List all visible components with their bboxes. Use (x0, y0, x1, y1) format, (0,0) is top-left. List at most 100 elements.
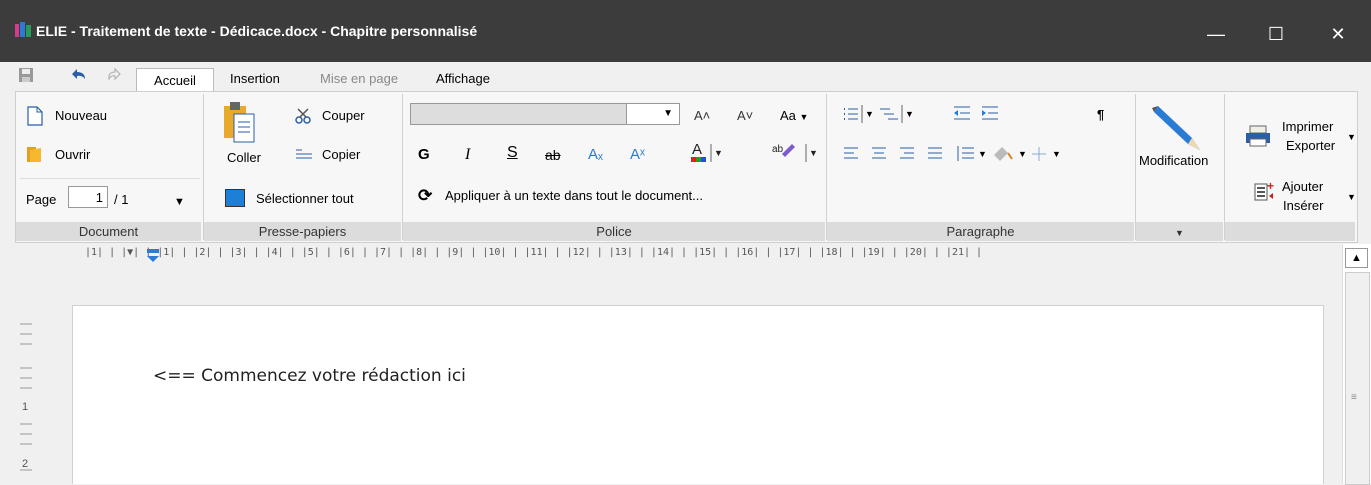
shrink-font-button[interactable]: A˅ (737, 108, 753, 123)
scroll-thumb[interactable] (1345, 272, 1370, 485)
highlight-icon[interactable]: ab ▼ (770, 140, 820, 167)
new-file-icon (26, 106, 44, 129)
chevron-down-icon[interactable]: ▼ (1175, 228, 1184, 238)
maximize-button[interactable]: ☐ (1256, 16, 1296, 52)
document-text[interactable]: <== Commencez votre rédaction ici (153, 366, 466, 386)
tab-accueil[interactable]: Accueil (136, 68, 214, 93)
close-button[interactable]: ✕ (1318, 16, 1358, 52)
coller-button[interactable]: Coller (227, 150, 261, 165)
copy-icon (294, 145, 316, 166)
show-marks-button[interactable]: ¶ (1097, 107, 1104, 122)
nouveau-button[interactable]: Nouveau (55, 108, 107, 123)
indent-marker-icon[interactable] (145, 248, 161, 267)
svg-text:▼: ▼ (809, 148, 818, 158)
group-separator (203, 94, 204, 240)
printer-icon (1244, 125, 1272, 150)
group-label-modification: ▼ (1136, 222, 1223, 241)
undo-icon[interactable] (68, 66, 88, 87)
pencil-icon (1152, 100, 1208, 155)
svg-text:▼: ▼ (1052, 149, 1061, 159)
ruler-marks: |1| | |▼| | |1| | |2| | |3| | |4| | |5| … (85, 247, 983, 258)
group-label-paragraphe: Paragraphe (827, 222, 1134, 241)
tab-mise-en-page[interactable]: Mise en page (320, 71, 398, 86)
divider (20, 178, 200, 179)
vruler-label-1: 1 (22, 401, 29, 413)
borders-icon (1032, 147, 1046, 161)
group-label-export (1225, 222, 1355, 241)
modification-button[interactable]: Modification (1139, 153, 1208, 168)
tab-affichage[interactable]: Affichage (436, 71, 490, 86)
svg-text:▼: ▼ (978, 149, 987, 159)
refresh-icon: ⟳ (418, 186, 433, 205)
insert-dropdown-icon[interactable]: ▼ (1347, 192, 1356, 202)
insert-page-icon: + (1253, 179, 1277, 207)
line-spacing-icon (957, 146, 974, 161)
group-label-police: Police (403, 222, 825, 241)
group-label-presse-papiers: Presse-papiers (204, 222, 401, 241)
save-icon[interactable] (18, 67, 34, 86)
svg-text:▼: ▼ (905, 109, 914, 119)
inserer-button[interactable]: Insérer (1283, 198, 1323, 213)
vruler-label-2: 2 (22, 458, 29, 470)
document-page[interactable] (72, 305, 1324, 484)
group-separator (826, 94, 827, 240)
grip-icon: ≡ (1351, 392, 1357, 403)
paragraph-bottom-row: ▼ ▼ ▼ (842, 143, 1132, 170)
font-name-select[interactable]: ▼ (410, 103, 680, 125)
svg-text:▼: ▼ (1018, 149, 1027, 159)
scroll-up-button[interactable]: ▲ (1345, 248, 1368, 268)
redo-icon[interactable] (106, 66, 124, 87)
group-separator (1135, 94, 1136, 240)
font-color-icon[interactable]: A ▼ (690, 140, 724, 167)
chevron-down-icon[interactable]: ▼ (626, 103, 680, 125)
align-right-icon (900, 147, 914, 159)
align-center-icon (872, 147, 886, 159)
group-separator (402, 94, 403, 240)
shading-icon (994, 147, 1013, 161)
subscript-button[interactable]: Aₓ (588, 146, 603, 163)
decrease-indent-icon (954, 106, 970, 120)
export-dropdown-icon[interactable]: ▼ (1347, 132, 1356, 142)
paste-icon (222, 100, 256, 147)
justify-icon (928, 147, 942, 159)
select-all-icon (225, 189, 245, 207)
increase-indent-icon (982, 106, 998, 120)
couper-button[interactable]: Couper (322, 108, 365, 123)
imprimer-button[interactable]: Imprimer (1282, 119, 1333, 134)
scissors-icon (294, 107, 312, 128)
multilevel-list-icon: ▼ (880, 105, 914, 123)
window-title: ELIE - Traitement de texte - Dédicace.do… (36, 23, 478, 39)
open-folder-icon (26, 145, 44, 166)
apply-all-button[interactable]: Appliquer à un texte dans tout le docume… (445, 188, 703, 203)
svg-text:+: + (1267, 180, 1274, 193)
bold-button[interactable]: G (418, 146, 430, 163)
group-label-document: Document (16, 222, 201, 241)
svg-text:▼: ▼ (865, 109, 874, 119)
page-total: / 1 (114, 192, 129, 207)
italic-button[interactable]: I (465, 146, 470, 164)
app-icon (14, 22, 32, 38)
bullet-list-icon: ▼ (844, 105, 874, 123)
page-label: Page (26, 192, 57, 207)
svg-text:▼: ▼ (714, 148, 723, 158)
tab-insertion[interactable]: Insertion (230, 71, 280, 86)
change-case-button[interactable]: Aa ▼ (780, 108, 808, 123)
page-number-input[interactable] (68, 186, 108, 208)
svg-text:ab: ab (772, 144, 784, 155)
page-dropdown-icon[interactable]: ▼ (174, 196, 185, 208)
change-case-label: Aa (780, 108, 796, 123)
svg-text:A: A (692, 141, 702, 158)
selectionner-tout-button[interactable]: Sélectionner tout (256, 191, 354, 206)
grow-font-button[interactable]: A˄ (694, 108, 710, 123)
copier-button[interactable]: Copier (322, 147, 360, 162)
ouvrir-button[interactable]: Ouvrir (55, 147, 90, 162)
exporter-button[interactable]: Exporter (1286, 138, 1335, 153)
paragraph-top-row: ▼ ▼ (842, 103, 1102, 130)
align-left-icon (844, 147, 858, 159)
minimize-button[interactable]: — (1196, 16, 1236, 52)
superscript-button[interactable]: Aˣ (630, 146, 645, 163)
group-separator (1224, 94, 1225, 240)
underline-button[interactable]: S (507, 144, 518, 162)
strikethrough-button[interactable]: ab (545, 147, 561, 163)
ajouter-button[interactable]: Ajouter (1282, 179, 1323, 194)
